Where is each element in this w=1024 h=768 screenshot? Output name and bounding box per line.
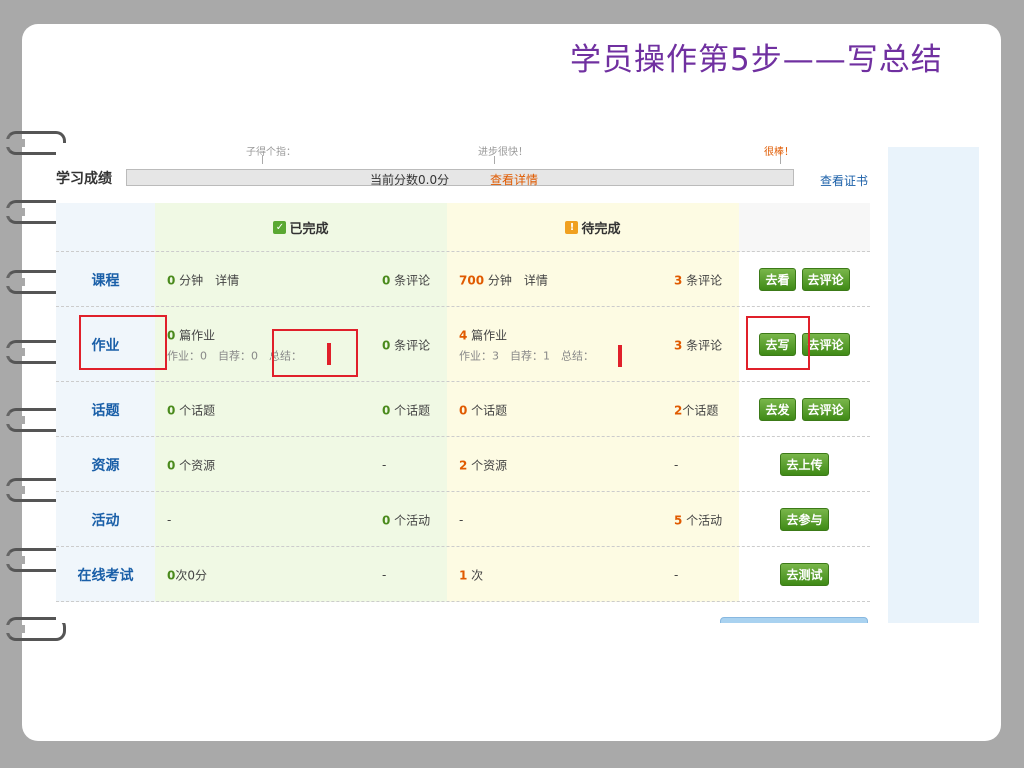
row-actions: 去发 去评论 [739,382,870,437]
table-header-row: ✓ 已完成 ! 待完成 [56,203,870,252]
post-topic-button[interactable]: 去发 [759,398,796,421]
row-name: 话题 [56,382,155,437]
check-icon: ✓ [273,221,287,234]
progress-label: 子得个指： [246,143,296,164]
highlight-homework-label [79,315,167,370]
warning-icon: ! [565,221,579,234]
right-side-panel [888,147,979,623]
header-blank [56,203,155,252]
progress-label: 很棒！ [764,143,794,164]
row-name: 资源 [56,437,155,492]
progress-labels: 子得个指： 进步很快！ 很棒！ [56,143,876,165]
score-progress-bar [126,169,794,186]
table-row: 话题 0 个话题 0 个话题 0 个话题 2个话题 去发 去评论 [56,382,870,437]
row-actions: 去看 去评论 [739,252,870,307]
header-todo: ! 待完成 [447,203,739,252]
row-actions: 去上传 [739,437,870,492]
score-label: 学习成绩 [56,171,112,187]
table-row: 资源 0 个资源 - 2 个资源 - 去上传 [56,437,870,492]
row-name: 课程 [56,252,155,307]
take-test-button[interactable]: 去测试 [780,563,829,586]
progress-label: 进步很快！ [478,143,528,164]
highlight-done-summary [272,329,358,377]
score-row: 学习成绩 当前分数0.0分 查看详情 查看证书 [56,166,876,190]
table-row: 活动 - 0 个活动 - 5 个活动 去参与 [56,492,870,547]
header-done: ✓ 已完成 [155,203,447,252]
highlight-write-button [746,316,810,370]
row-name: 活动 [56,492,155,547]
table-row: 在线考试 0次0分 - 1 次 - 去测试 [56,547,870,602]
view-details-link[interactable]: 查看详情 [490,171,538,188]
view-certificate-link[interactable]: 查看证书 [820,172,868,189]
bottom-button-edge[interactable] [720,617,868,623]
upload-resource-button[interactable]: 去上传 [780,453,829,476]
row-name: 在线考试 [56,547,155,602]
join-activity-button[interactable]: 去参与 [780,508,829,531]
table-row: 课程 0 分钟 详情 0 条评论 700 分钟 详情 3 条评论 去看 去评论 [56,252,870,307]
view-course-button[interactable]: 去看 [759,268,796,291]
highlight-todo-summary-mark [618,345,622,367]
comment-course-button[interactable]: 去评论 [801,268,850,291]
header-actions [739,203,870,252]
comment-topic-button[interactable]: 去评论 [801,398,850,421]
slide-title: 学员操作第5步——写总结 [570,42,943,78]
screenshot-panel: 子得个指： 进步很快！ 很棒！ 学习成绩 当前分数0.0分 查看详情 查看证书 … [56,143,979,623]
row-actions: 去测试 [739,547,870,602]
row-actions: 去参与 [739,492,870,547]
highlight-done-summary-mark [327,343,331,365]
current-score: 当前分数0.0分 [370,173,450,187]
